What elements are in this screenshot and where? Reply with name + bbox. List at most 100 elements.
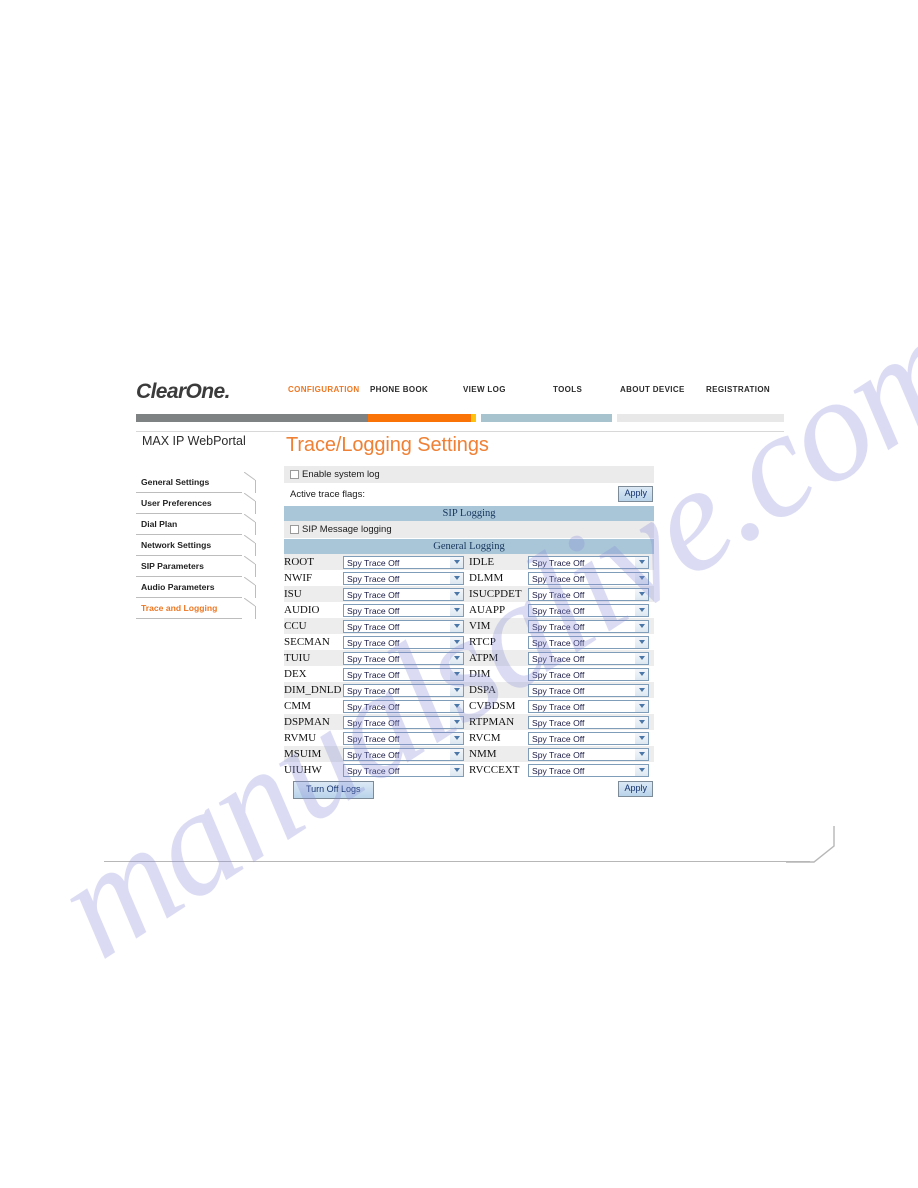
trace-select-rvmu[interactable]: Spy Trace Off (343, 731, 464, 745)
trace-select-secman[interactable]: Spy Trace Off (343, 635, 464, 649)
chevron-down-icon[interactable] (449, 556, 463, 568)
trace-select-audio[interactable]: Spy Trace Off (343, 603, 464, 617)
chevron-down-glyph (453, 704, 460, 708)
sidebar-item-audio-parameters[interactable]: Audio Parameters (136, 577, 258, 598)
chevron-down-icon[interactable] (449, 668, 463, 680)
chevron-down-icon[interactable] (449, 732, 463, 744)
chevron-down-icon[interactable] (449, 700, 463, 712)
chevron-down-icon[interactable] (449, 572, 463, 584)
turn-off-logs-button[interactable]: Turn Off Logs (293, 781, 374, 799)
trace-select-dim[interactable]: Spy Trace Off (528, 667, 649, 681)
module-label-right: ATPM (469, 650, 527, 666)
trace-select-vim[interactable]: Spy Trace Off (528, 619, 649, 633)
chevron-down-icon[interactable] (449, 764, 463, 776)
trace-select-dex[interactable]: Spy Trace Off (343, 667, 464, 681)
trace-select-nmm[interactable]: Spy Trace Off (528, 747, 649, 761)
sip-message-logging-label: SIP Message logging (302, 524, 392, 535)
chevron-down-icon[interactable] (634, 636, 648, 648)
apply-top-button[interactable]: Apply (618, 486, 653, 502)
chevron-down-glyph (638, 640, 645, 644)
sidebar-item-label: Audio Parameters (141, 582, 215, 592)
table-row: CCU Spy Trace Off VIM Spy Trace Off (284, 618, 654, 634)
trace-select-nwif[interactable]: Spy Trace Off (343, 571, 464, 585)
trace-select-cvbdsm[interactable]: Spy Trace Off (528, 699, 649, 713)
module-label-left: CMM (284, 698, 342, 714)
trace-select-cell-left: Spy Trace Off (342, 618, 469, 634)
chevron-down-icon[interactable] (449, 684, 463, 696)
sidebar-item-network-settings[interactable]: Network Settings (136, 535, 258, 556)
module-label-left: ISU (284, 586, 342, 602)
chevron-down-icon[interactable] (449, 604, 463, 616)
trace-select-dspa[interactable]: Spy Trace Off (528, 683, 649, 697)
chevron-down-icon[interactable] (634, 652, 648, 664)
chevron-down-icon[interactable] (634, 588, 648, 600)
rule-segment-0 (136, 414, 368, 422)
chevron-down-icon[interactable] (634, 764, 648, 776)
trace-select-dlmm[interactable]: Spy Trace Off (528, 571, 649, 585)
module-label-left: DIM_DNLD (284, 682, 342, 698)
trace-select-isu[interactable]: Spy Trace Off (343, 587, 464, 601)
module-label-right: DLMM (469, 570, 527, 586)
trace-select-idle[interactable]: Spy Trace Off (528, 555, 649, 569)
sidebar-item-user-preferences[interactable]: User Preferences (136, 493, 258, 514)
trace-select-rvcm[interactable]: Spy Trace Off (528, 731, 649, 745)
trace-select-msuim[interactable]: Spy Trace Off (343, 747, 464, 761)
trace-select-tuiu[interactable]: Spy Trace Off (343, 651, 464, 665)
chevron-down-icon[interactable] (634, 572, 648, 584)
nav-link-registration[interactable]: REGISTRATION (706, 385, 770, 394)
trace-select-auapp[interactable]: Spy Trace Off (528, 603, 649, 617)
sip-message-logging-checkbox[interactable] (290, 525, 299, 534)
trace-select-isucpdet[interactable]: Spy Trace Off (528, 587, 649, 601)
sidebar-item-sip-parameters[interactable]: SIP Parameters (136, 556, 258, 577)
active-trace-flags-row: Active trace flags: Apply (284, 483, 654, 505)
enable-system-log-checkbox[interactable] (290, 470, 299, 479)
nav-link-phone-book[interactable]: PHONE BOOK (370, 385, 428, 394)
rule-segment-6 (617, 414, 784, 422)
sidebar-item-dial-plan[interactable]: Dial Plan (136, 514, 258, 535)
trace-select-cmm[interactable]: Spy Trace Off (343, 699, 464, 713)
nav-link-tools[interactable]: TOOLS (553, 385, 582, 394)
trace-select-ccu[interactable]: Spy Trace Off (343, 619, 464, 633)
trace-select-dspman[interactable]: Spy Trace Off (343, 715, 464, 729)
nav-link-about-device[interactable]: ABOUT DEVICE (620, 385, 685, 394)
chevron-down-icon[interactable] (449, 716, 463, 728)
trace-select-uiuhw[interactable]: Spy Trace Off (343, 763, 464, 777)
trace-select-rvccext[interactable]: Spy Trace Off (528, 763, 649, 777)
chevron-down-icon[interactable] (449, 652, 463, 664)
chevron-down-glyph (453, 720, 460, 724)
sidebar-item-trace-and-logging[interactable]: Trace and Logging (136, 598, 258, 619)
chevron-down-icon[interactable] (634, 620, 648, 632)
apply-bottom-button[interactable]: Apply (618, 781, 653, 797)
active-trace-flags-label: Active trace flags: (290, 488, 365, 500)
chevron-down-icon[interactable] (449, 620, 463, 632)
module-label-right: RTCP (469, 634, 527, 650)
table-row: ISU Spy Trace Off ISUCPDET Spy Trace Off (284, 586, 654, 602)
chevron-down-icon[interactable] (449, 588, 463, 600)
chevron-down-icon[interactable] (634, 732, 648, 744)
chevron-down-icon[interactable] (634, 604, 648, 616)
chevron-down-icon[interactable] (449, 748, 463, 760)
sidebar-item-general-settings[interactable]: General Settings (136, 472, 258, 493)
chevron-down-icon[interactable] (634, 668, 648, 680)
chevron-down-icon[interactable] (634, 684, 648, 696)
sidebar-item-corner-icon (244, 556, 256, 565)
select-value: Spy Trace Off (532, 637, 585, 648)
trace-select-root[interactable]: Spy Trace Off (343, 555, 464, 569)
chevron-down-icon[interactable] (449, 636, 463, 648)
sidebar-item-corner-icon (244, 598, 256, 607)
chevron-down-icon[interactable] (634, 556, 648, 568)
nav-link-configuration[interactable]: CONFIGURATION (288, 385, 360, 394)
chevron-down-icon[interactable] (634, 748, 648, 760)
chevron-down-icon[interactable] (634, 716, 648, 728)
rule-segment-4 (481, 414, 612, 422)
chevron-down-icon[interactable] (634, 700, 648, 712)
trace-select-dim_dnld[interactable]: Spy Trace Off (343, 683, 464, 697)
trace-select-rtcp[interactable]: Spy Trace Off (528, 635, 649, 649)
module-label-left: NWIF (284, 570, 342, 586)
trace-select-rtpman[interactable]: Spy Trace Off (528, 715, 649, 729)
chevron-down-glyph (638, 672, 645, 676)
nav-link-view-log[interactable]: VIEW LOG (463, 385, 506, 394)
trace-select-atpm[interactable]: Spy Trace Off (528, 651, 649, 665)
chevron-down-glyph (453, 672, 460, 676)
sidebar-item-corner-icon (244, 514, 256, 523)
